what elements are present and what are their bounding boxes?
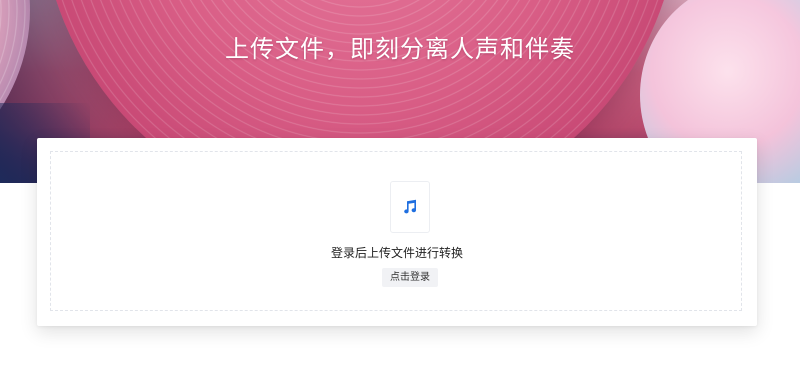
login-button[interactable]: 点击登录 xyxy=(382,268,438,287)
hero-title: 上传文件，即刻分离人声和伴奏 xyxy=(225,35,575,63)
upload-prompt-text: 登录后上传文件进行转换 xyxy=(330,246,463,260)
music-note-icon xyxy=(404,199,417,214)
upload-card: 登录后上传文件进行转换 点击登录 xyxy=(37,138,757,326)
file-icon xyxy=(390,181,430,233)
upload-dropzone[interactable]: 登录后上传文件进行转换 点击登录 xyxy=(50,151,742,311)
